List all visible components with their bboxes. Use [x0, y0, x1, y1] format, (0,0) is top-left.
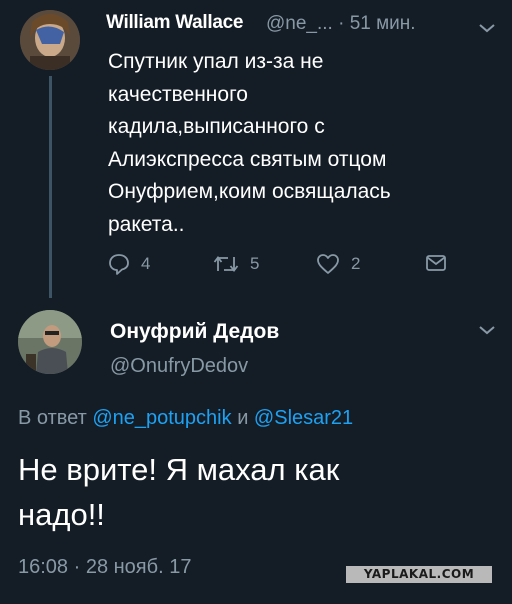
reply-prefix: В ответ: [18, 407, 87, 429]
tweet-text: Не врите! Я махал как надо!!: [18, 447, 488, 537]
tweet-line: качественного: [108, 82, 248, 106]
tweet-line: Онуфрием,коим освящалась: [108, 180, 391, 203]
direct-message-button[interactable]: [425, 253, 447, 273]
retweet-count: 5: [250, 254, 260, 273]
heart-icon: [317, 254, 339, 274]
like-button[interactable]: 2: [316, 253, 360, 275]
mention-link[interactable]: @ne_potupchik: [92, 407, 231, 429]
retweet-button[interactable]: 5: [213, 253, 259, 275]
tweet-line: Алиэкспресса святым отцом: [108, 147, 387, 171]
avatar[interactable]: [18, 310, 82, 374]
chevron-down-icon[interactable]: [478, 324, 496, 336]
tweet-meta[interactable]: @ne_... · 51 мин.: [266, 13, 416, 35]
author-handle[interactable]: @OnufryDedov: [110, 355, 248, 378]
watermark: YAPLAKAL.COM: [346, 566, 492, 583]
chevron-down-icon[interactable]: [478, 22, 496, 34]
tweet-line: Спутник упал из-за не: [108, 50, 324, 73]
avatar-image: [20, 10, 80, 70]
tweet-line: Не врите! Я махал как: [18, 452, 340, 487]
avatar-image: [18, 310, 82, 374]
author-name[interactable]: William Wallace: [106, 12, 243, 34]
tweet-text: Спутник упал из-за не качественного кади…: [108, 46, 408, 241]
retweet-icon: [213, 256, 239, 272]
timestamp[interactable]: 16:08 · 28 нояб. 17: [18, 556, 191, 579]
reply-count: 4: [141, 254, 151, 273]
envelope-icon: [426, 255, 446, 271]
tweet-line: надо!!: [18, 497, 105, 532]
watermark-text: YAPLAKAL.COM: [363, 567, 475, 581]
mention-link[interactable]: @Slesar21: [254, 407, 353, 429]
reply-button[interactable]: 4: [108, 253, 150, 275]
like-count: 2: [351, 254, 361, 273]
tweet-line: ракета..: [108, 212, 185, 236]
reply-and: и: [237, 407, 249, 429]
author-name[interactable]: Онуфрий Дедов: [110, 320, 279, 344]
reply-context: В ответ @ne_potupchik и @Slesar21: [18, 407, 353, 430]
reply-icon: [109, 254, 129, 275]
tweet-actions: 4 5 2: [0, 253, 512, 283]
tweet-line: кадила,выписанного с: [108, 115, 325, 138]
avatar[interactable]: [20, 10, 80, 70]
